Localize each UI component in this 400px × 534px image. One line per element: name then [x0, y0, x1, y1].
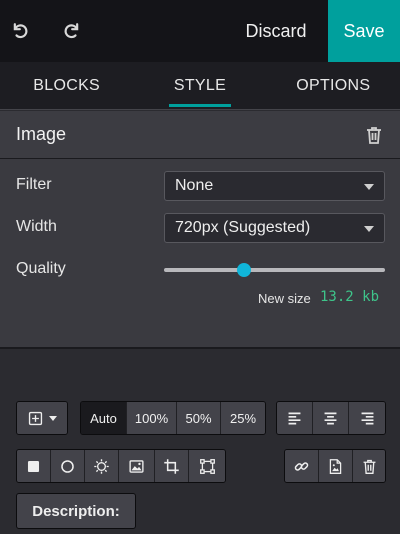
- add-dropdown-group: [16, 401, 68, 435]
- remove-image-button[interactable]: [353, 450, 385, 482]
- align-group: [276, 401, 386, 435]
- quality-label: Quality: [16, 260, 66, 277]
- image-icon: [129, 459, 144, 473]
- section-header: Image: [0, 111, 400, 159]
- image-file-button[interactable]: [319, 450, 353, 482]
- tab-blocks[interactable]: BLOCKS: [0, 62, 133, 109]
- trash-icon[interactable]: [364, 125, 384, 145]
- width-label: Width: [16, 218, 57, 235]
- replace-image-button[interactable]: [119, 450, 155, 482]
- align-left-icon: [288, 412, 301, 424]
- align-right-button[interactable]: [349, 402, 385, 434]
- trash-icon: [363, 459, 375, 474]
- size-auto-button[interactable]: Auto: [81, 402, 127, 434]
- save-button[interactable]: Save: [328, 0, 400, 62]
- align-right-icon: [361, 412, 373, 424]
- undo-button[interactable]: [6, 17, 32, 43]
- width-select-value: 720px (Suggested): [175, 219, 311, 236]
- shape-circle-button[interactable]: [51, 450, 85, 482]
- new-size-label: New size: [258, 291, 311, 306]
- shadow-button[interactable]: [85, 450, 119, 482]
- chevron-down-icon: [364, 226, 374, 232]
- file-image-icon: [329, 458, 342, 474]
- size-25-button[interactable]: 25%: [221, 402, 265, 434]
- undo-icon: [13, 23, 28, 39]
- new-size-value: 13.2 kb: [320, 289, 380, 305]
- quality-slider[interactable]: [164, 263, 385, 277]
- align-center-icon: [324, 412, 337, 424]
- redo-icon: [64, 23, 79, 39]
- shape-group: [16, 449, 226, 483]
- filter-select[interactable]: None: [164, 171, 385, 201]
- plus-square-icon: [28, 411, 42, 425]
- media-group: [284, 449, 386, 483]
- crop-button[interactable]: [155, 450, 189, 482]
- tab-options[interactable]: OPTIONS: [267, 62, 400, 109]
- link-button[interactable]: [285, 450, 319, 482]
- redo-button[interactable]: [60, 17, 86, 43]
- size-group: Auto 100% 50% 25%: [80, 401, 266, 435]
- quality-slider-thumb[interactable]: [236, 263, 251, 277]
- transform-icon: [199, 458, 215, 474]
- section-title: Image: [16, 124, 67, 144]
- shape-square-button[interactable]: [17, 450, 51, 482]
- quality-slider-track: [164, 268, 385, 272]
- size-100-button[interactable]: 100%: [127, 402, 177, 434]
- crop-icon: [164, 458, 179, 474]
- size-50-button[interactable]: 50%: [177, 402, 221, 434]
- link-icon: [294, 461, 309, 471]
- filter-label: Filter: [16, 176, 52, 193]
- top-bar: Discard Save: [0, 0, 400, 62]
- chevron-down-icon: [364, 184, 374, 190]
- image-options-panel: Filter None Width 720px (Suggested) Qual…: [0, 159, 400, 349]
- transform-button[interactable]: [189, 450, 225, 482]
- tab-bar: BLOCKS STYLE OPTIONS: [0, 62, 400, 110]
- align-center-button[interactable]: [313, 402, 349, 434]
- circle-icon: [61, 459, 74, 473]
- width-select[interactable]: 720px (Suggested): [164, 213, 385, 243]
- filter-select-value: None: [175, 177, 214, 194]
- square-icon: [27, 460, 40, 472]
- image-toolbar: Auto 100% 50% 25% Description:: [0, 351, 400, 534]
- discard-button[interactable]: Discard: [236, 0, 316, 62]
- tab-style[interactable]: STYLE: [133, 62, 266, 109]
- align-left-button[interactable]: [277, 402, 313, 434]
- caret-down-icon: [48, 416, 57, 421]
- add-dropdown-button[interactable]: [17, 402, 67, 434]
- description-button[interactable]: Description:: [16, 493, 136, 529]
- sun-icon: [94, 458, 109, 474]
